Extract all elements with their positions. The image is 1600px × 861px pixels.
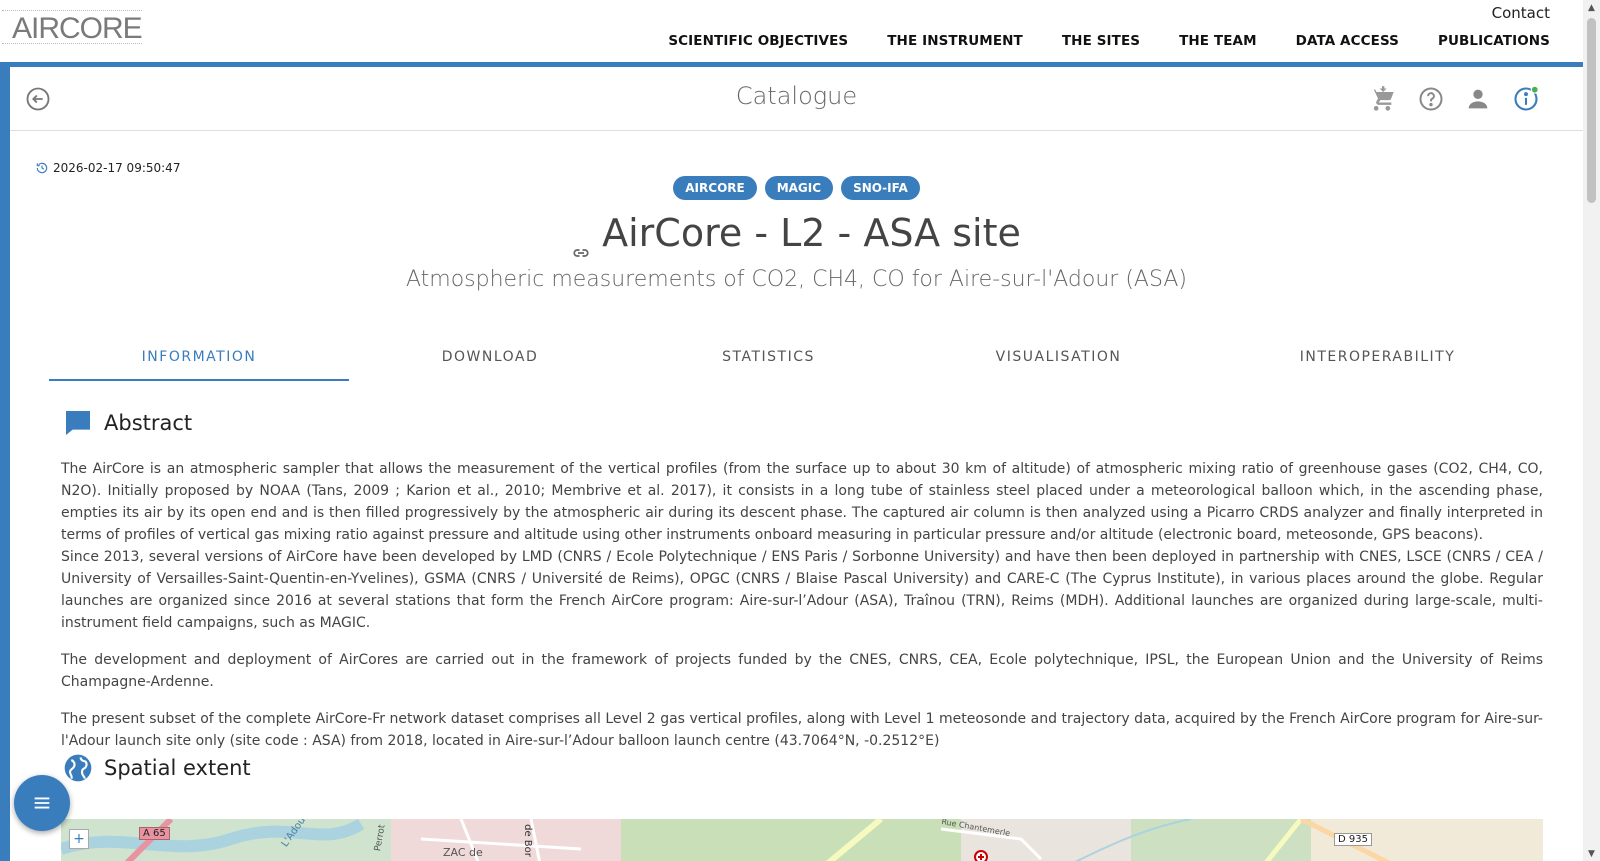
tag-magic[interactable]: MAGIC xyxy=(764,176,834,200)
tab-download[interactable]: DOWNLOAD xyxy=(349,341,631,381)
nav-data-access[interactable]: DATA ACCESS xyxy=(1296,33,1399,49)
map-label-zac: ZAC de xyxy=(443,846,483,859)
spatial-extent-map[interactable]: A 65 L'Adour ZAC de Perrot de Bor Rue Ch… xyxy=(61,819,1543,861)
nav-the-sites[interactable]: THE SITES xyxy=(1062,33,1140,49)
map-label-road: A 65 xyxy=(139,827,170,840)
cart-icon[interactable] xyxy=(1368,85,1396,113)
catalogue-bar: Catalogue xyxy=(10,67,1583,131)
tab-interoperability[interactable]: INTEROPERABILITY xyxy=(1211,341,1544,381)
scroll-thumb[interactable] xyxy=(1587,18,1596,203)
site-logo[interactable]: AIRCORE xyxy=(12,12,143,46)
map-label-road-d935: D 935 xyxy=(1334,833,1372,846)
scroll-down-arrow-icon[interactable]: ▼ xyxy=(1587,849,1596,859)
link-icon[interactable] xyxy=(572,227,590,257)
tab-visualisation[interactable]: VISUALISATION xyxy=(906,341,1211,381)
abstract-text: The AirCore is an atmospheric sampler th… xyxy=(61,458,1543,767)
nav-scientific-objectives[interactable]: SCIENTIFIC OBJECTIVES xyxy=(668,33,848,49)
info-icon[interactable] xyxy=(1512,85,1540,113)
timestamp-text: 2026-02-17 09:50:47 xyxy=(53,161,181,175)
abstract-paragraph: The present subset of the complete AirCo… xyxy=(61,711,1543,749)
tag-list: AIRCORE MAGIC SNO-IFA xyxy=(10,176,1583,200)
catalogue-title: Catalogue xyxy=(735,82,858,110)
nav-the-instrument[interactable]: THE INSTRUMENT xyxy=(887,33,1023,49)
tab-information[interactable]: INFORMATION xyxy=(49,341,349,381)
spatial-extent-heading: Spatial extent xyxy=(62,752,251,784)
tag-sno-ifa[interactable]: SNO-IFA xyxy=(841,176,920,200)
contact-link[interactable]: Contact xyxy=(1492,4,1550,22)
abstract-heading-label: Abstract xyxy=(104,411,193,435)
map-zoom-in-button[interactable]: + xyxy=(69,829,89,849)
user-icon[interactable] xyxy=(1464,85,1492,113)
nav-publications[interactable]: PUBLICATIONS xyxy=(1438,33,1550,49)
comment-icon xyxy=(66,411,90,435)
spatial-extent-heading-label: Spatial extent xyxy=(104,756,251,780)
dataset-title-text: AirCore - L2 - ASA site xyxy=(602,211,1021,255)
globe-icon xyxy=(64,754,92,782)
nav-the-team[interactable]: THE TEAM xyxy=(1179,33,1257,49)
dataset-subtitle: Atmospheric measurements of CO2, CH4, CO… xyxy=(406,267,1187,292)
abstract-heading: Abstract xyxy=(62,407,192,439)
page-scrollbar[interactable]: ▲ ▼ xyxy=(1583,0,1600,861)
history-icon xyxy=(36,162,48,174)
help-icon[interactable] xyxy=(1417,85,1445,113)
tab-statistics[interactable]: STATISTICS xyxy=(631,341,906,381)
dataset-title: AirCore - L2 - ASA site xyxy=(10,211,1583,257)
scroll-up-arrow-icon[interactable]: ▲ xyxy=(1587,3,1596,13)
dataset-tabs: INFORMATION DOWNLOAD STATISTICS VISUALIS… xyxy=(49,341,1544,381)
last-update: 2026-02-17 09:50:47 xyxy=(35,161,180,175)
abstract-paragraph: Since 2013, several versions of AirCore … xyxy=(61,549,1543,631)
abstract-paragraph: The development and deployment of AirCor… xyxy=(61,652,1543,690)
top-header: AIRCORE Contact SCIENTIFIC OBJECTIVES TH… xyxy=(0,0,1583,62)
tag-aircore[interactable]: AIRCORE xyxy=(673,176,757,200)
map-label-street-bor: de Bor xyxy=(521,824,533,857)
abstract-paragraph: The AirCore is an atmospheric sampler th… xyxy=(61,461,1543,543)
main-nav: SCIENTIFIC OBJECTIVES THE INSTRUMENT THE… xyxy=(629,33,1550,49)
dataset-content: 2026-02-17 09:50:47 AIRCORE MAGIC SNO-IF… xyxy=(10,131,1583,861)
menu-fab-button[interactable] xyxy=(14,775,70,831)
menu-icon xyxy=(34,797,50,809)
left-accent-bar xyxy=(0,67,10,861)
